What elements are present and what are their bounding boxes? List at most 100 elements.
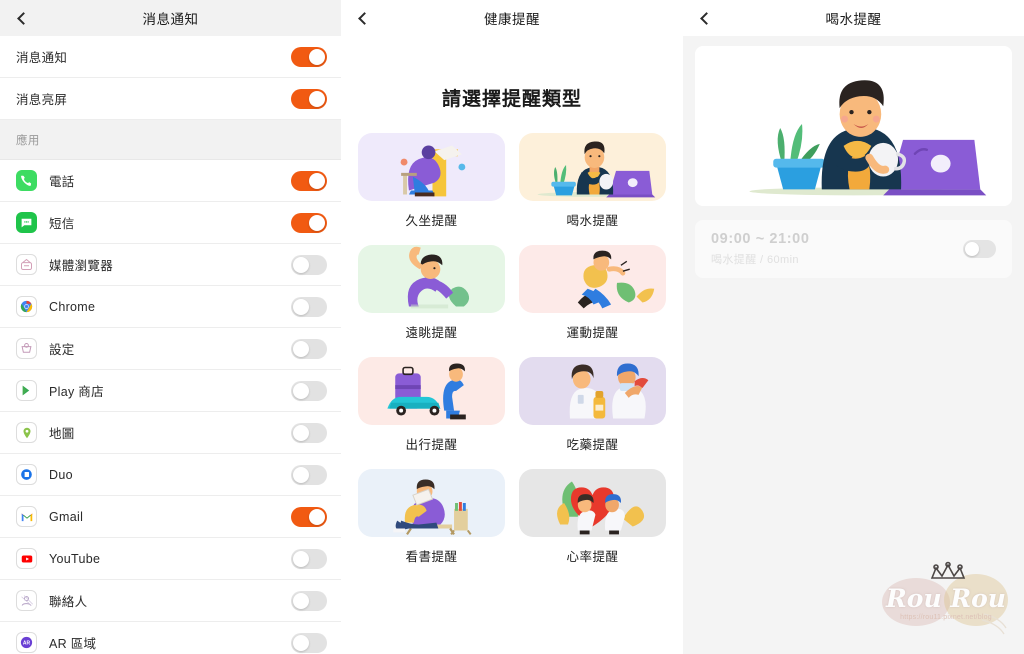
settings-list: 消息通知消息亮屏應用電話短信媒體瀏覽器 Chrome 設定 Play 商店地圖 Duo G… bbox=[0, 36, 341, 654]
right-navbar: 喝水提醒 bbox=[683, 0, 1024, 36]
app-toggle[interactable] bbox=[291, 380, 327, 401]
chevron-left-icon bbox=[358, 11, 371, 25]
app-name: 電話 bbox=[49, 175, 75, 189]
app-toggle[interactable] bbox=[291, 632, 327, 653]
toggle-knob bbox=[293, 256, 309, 273]
setting-label: 消息亮屏 bbox=[16, 93, 68, 107]
setting-toggle[interactable] bbox=[291, 46, 327, 67]
schedule-detail: 喝水提醒 / 60min bbox=[711, 254, 799, 266]
setting-row[interactable]: 消息亮屏 bbox=[0, 78, 341, 120]
reminder-type-card[interactable]: 出行提醒 bbox=[358, 357, 505, 453]
reminder-type-card[interactable]: 運動提醒 bbox=[519, 245, 666, 341]
app-name: Duo bbox=[49, 467, 73, 482]
app-notification-row[interactable]: 媒體瀏覽器 bbox=[0, 244, 341, 286]
reminder-type-card[interactable]: 遠眺提醒 bbox=[358, 245, 505, 341]
toggle-knob bbox=[293, 550, 309, 567]
chevron-left-icon bbox=[700, 11, 713, 25]
page-title: 喝水提醒 bbox=[825, 12, 882, 27]
app-notification-row[interactable]: Play 商店 bbox=[0, 370, 341, 412]
watermark-blobs bbox=[882, 561, 1008, 635]
schedule-toggle[interactable] bbox=[963, 240, 996, 258]
toggle-knob bbox=[309, 508, 325, 525]
app-toggle[interactable] bbox=[291, 590, 327, 611]
schedule-card[interactable]: 09:00 ~ 21:00 喝水提醒 / 60min bbox=[695, 220, 1012, 278]
phone-icon bbox=[16, 170, 37, 191]
reminder-type-label: 心率提醒 bbox=[566, 550, 619, 564]
contacts-icon bbox=[16, 590, 37, 611]
app-toggle[interactable] bbox=[291, 422, 327, 443]
toggle-knob bbox=[965, 242, 979, 256]
app-toggle[interactable] bbox=[291, 338, 327, 359]
toggle-knob bbox=[293, 634, 309, 651]
back-button[interactable] bbox=[687, 0, 723, 36]
play-store-icon bbox=[16, 380, 37, 401]
app-toggle[interactable] bbox=[291, 548, 327, 569]
chrome-icon bbox=[16, 296, 37, 317]
app-name: Gmail bbox=[49, 509, 84, 524]
reminder-type-card[interactable]: 喝水提醒 bbox=[519, 133, 666, 229]
watermark-brand: Rou Rou bbox=[886, 584, 1006, 613]
app-notification-row[interactable]: 短信 bbox=[0, 202, 341, 244]
app-notification-row[interactable]: 聯絡人 bbox=[0, 580, 341, 622]
page-title: 健康提醒 bbox=[484, 12, 540, 27]
page-title: 消息通知 bbox=[142, 12, 199, 27]
person-drinking-laptop-illustration bbox=[749, 80, 987, 196]
app-name: Play 商店 bbox=[49, 385, 104, 399]
sms-icon bbox=[16, 212, 37, 233]
reminder-type-card[interactable]: 久坐提醒 bbox=[358, 133, 505, 229]
app-notification-row[interactable]: AR AR 區域 bbox=[0, 622, 341, 654]
app-toggle[interactable] bbox=[291, 464, 327, 485]
person-drinking-laptop-illustration bbox=[519, 133, 666, 201]
app-notification-row[interactable]: Gmail bbox=[0, 496, 341, 538]
app-toggle[interactable] bbox=[291, 296, 327, 317]
setting-toggle[interactable] bbox=[291, 88, 327, 109]
toggle-knob bbox=[293, 466, 309, 483]
doctors-medicine-illustration bbox=[519, 357, 666, 425]
section-heading: 請選擇提醒類型 bbox=[441, 89, 582, 110]
settings-icon bbox=[16, 338, 37, 359]
maps-icon bbox=[16, 422, 37, 443]
app-notification-row[interactable]: YouTube bbox=[0, 538, 341, 580]
person-stretching-illustration bbox=[358, 245, 505, 313]
back-button[interactable] bbox=[4, 0, 40, 36]
left-navbar: 消息通知 bbox=[0, 0, 341, 36]
toggle-knob bbox=[293, 382, 309, 399]
watermark: Rou Rou https://rou11.pixnet.net/blog bbox=[876, 556, 1016, 644]
ar-zone-icon: AR bbox=[16, 632, 37, 653]
app-notification-row[interactable]: 設定 bbox=[0, 328, 341, 370]
toggle-knob bbox=[293, 340, 309, 357]
reminder-type-card[interactable]: 吃藥提醒 bbox=[519, 357, 666, 453]
hero-illustration-card bbox=[695, 46, 1012, 206]
app-notification-row[interactable]: Chrome bbox=[0, 286, 341, 328]
reminder-type-grid: 久坐提醒 喝水提醒 遠眺提醒 運動提醒 出行提醒 吃藥提醒 看書提醒 心率提醒 bbox=[341, 111, 683, 565]
duo-icon bbox=[16, 464, 37, 485]
app-toggle[interactable] bbox=[291, 254, 327, 275]
app-notification-row[interactable]: 電話 bbox=[0, 160, 341, 202]
app-name: YouTube bbox=[49, 551, 101, 566]
setting-row[interactable]: 消息通知 bbox=[0, 36, 341, 78]
reminder-type-card[interactable]: 心率提醒 bbox=[519, 469, 666, 565]
app-name: 聯絡人 bbox=[49, 595, 88, 609]
app-notification-row[interactable]: 地圖 bbox=[0, 412, 341, 454]
toggle-knob bbox=[309, 48, 325, 65]
notification-settings-screen: 消息通知 消息通知消息亮屏應用電話短信媒體瀏覽器 Chrome 設定 Play 商店地… bbox=[0, 0, 341, 654]
back-button[interactable] bbox=[345, 0, 381, 36]
app-name: AR 區域 bbox=[49, 637, 97, 651]
youtube-icon bbox=[16, 548, 37, 569]
reminder-type-card[interactable]: 看書提醒 bbox=[358, 469, 505, 565]
app-notification-row[interactable]: Duo bbox=[0, 454, 341, 496]
toggle-knob bbox=[309, 214, 325, 231]
media-browser-icon bbox=[16, 254, 37, 275]
app-name: 短信 bbox=[49, 217, 75, 231]
section-header-label: 應用 bbox=[16, 134, 40, 147]
toggle-knob bbox=[309, 172, 325, 189]
app-toggle[interactable] bbox=[291, 506, 327, 527]
person-sitting-desk-illustration bbox=[358, 133, 505, 201]
toggle-knob bbox=[293, 298, 309, 315]
toggle-knob bbox=[293, 592, 309, 609]
three-screenshot-stage: 消息通知 消息通知消息亮屏應用電話短信媒體瀏覽器 Chrome 設定 Play 商店地… bbox=[0, 0, 1024, 654]
luggage-car-travel-illustration bbox=[358, 357, 505, 425]
chevron-left-icon bbox=[17, 11, 30, 25]
app-toggle[interactable] bbox=[291, 212, 327, 233]
app-toggle[interactable] bbox=[291, 170, 327, 191]
